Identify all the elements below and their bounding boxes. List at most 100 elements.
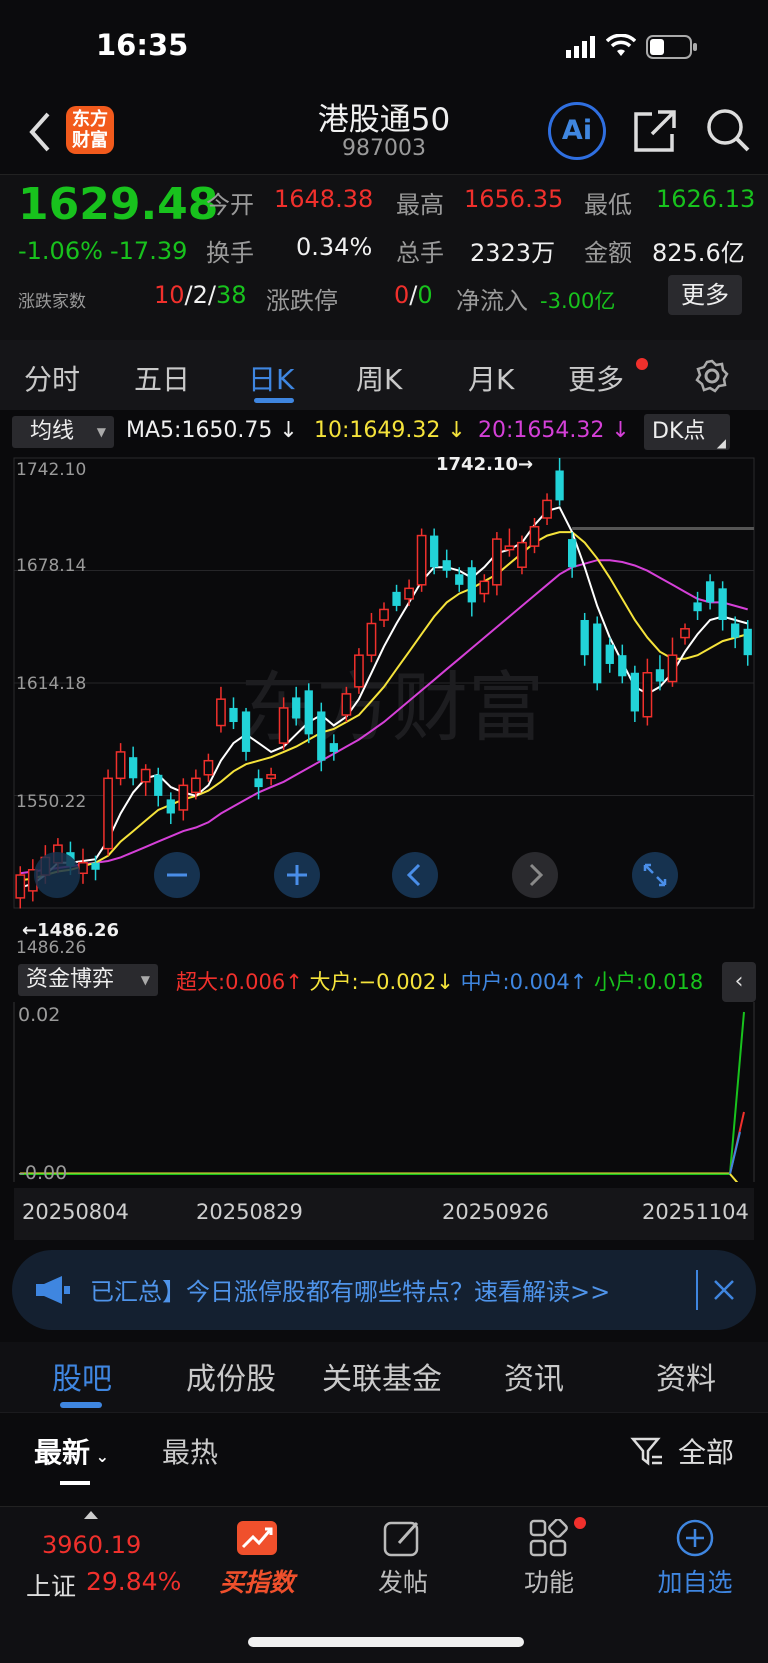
tab-more[interactable]: 更多 [568, 358, 624, 398]
search-icon[interactable] [704, 106, 752, 154]
candle-body [103, 777, 113, 850]
breadth-down: 38 [216, 281, 247, 309]
zoom-in-icon[interactable] [274, 852, 320, 898]
candle-body [555, 470, 564, 501]
tab-related-funds[interactable]: 关联基金 [322, 1354, 442, 1398]
filter-icon[interactable] [630, 1435, 664, 1469]
ma20-readout: 20:1654.32 ↓ [478, 418, 630, 443]
tab-daily-k[interactable]: 日K [248, 358, 294, 398]
amount-label: 金额 [584, 239, 632, 267]
breadth-sep-1: / [184, 281, 193, 309]
arrow-right-icon: → [517, 454, 534, 475]
fund-axis-zero: -0.00 [18, 1162, 68, 1184]
ai-button[interactable]: Ai [548, 102, 606, 160]
turnover-label: 换手 [206, 239, 254, 267]
candle-body [78, 861, 88, 875]
candle-body [618, 655, 627, 677]
netflow-label: 净流入 [456, 287, 528, 315]
tab-weekly-k[interactable]: 周K [356, 358, 402, 398]
candle-body [341, 693, 352, 716]
close-icon[interactable] [712, 1278, 736, 1302]
index-percent[interactable]: 29.84% [86, 1567, 181, 1596]
candle-body [178, 784, 189, 811]
small-value: 小户:0.018 [594, 970, 704, 994]
chevron-left-icon[interactable] [392, 852, 438, 898]
zoom-out-icon[interactable] [154, 852, 200, 898]
share-icon[interactable] [632, 108, 678, 154]
news-banner[interactable]: 已汇总】今日涨停股都有哪些特点？速看解读>> [12, 1250, 756, 1330]
fund-flow-chart [13, 1002, 755, 1182]
low-marker: ←1486.26 [22, 920, 119, 941]
price-axis-4: 1550.22 [16, 792, 87, 812]
edit-icon [383, 1521, 419, 1557]
grid-apps-icon [529, 1518, 568, 1557]
volume-label: 总手 [396, 239, 444, 267]
add-watchlist-button[interactable]: 加自选 [630, 1507, 760, 1599]
sort-hot[interactable]: 最热 [162, 1431, 218, 1471]
sort-latest[interactable]: 最新 ⌄ [34, 1431, 109, 1471]
candle-body [467, 567, 476, 603]
filter-all[interactable]: 全部 [678, 1431, 734, 1471]
ma20-value: 20:1654.32 [478, 418, 605, 443]
candle-body [404, 587, 414, 600]
candle-body [416, 534, 427, 586]
chevron-right-icon[interactable] [512, 852, 558, 898]
candle-body [317, 711, 326, 761]
bottom-nav: 3960.19 上证 29.84% 买指数 发帖 功能 加自选 [0, 1506, 768, 1663]
tab-monthly-k[interactable]: 月K [468, 358, 514, 398]
candle-body [567, 539, 577, 568]
date-label: 20250804 [22, 1200, 129, 1224]
candle-body [442, 560, 451, 571]
candle-body [630, 672, 639, 712]
tab-news[interactable]: 资讯 [504, 1354, 564, 1398]
signal-icon [566, 36, 595, 58]
breadth-values: 10/2/38 [154, 281, 247, 309]
post-button[interactable]: 发帖 [338, 1507, 468, 1599]
sort-row: 最新 ⌄ 最热 全部 [0, 1412, 768, 1506]
wifi-icon [606, 34, 636, 56]
fund-selector[interactable]: 资金博弈 ▼ [18, 964, 158, 996]
notification-dot [574, 1517, 586, 1529]
candle-body [254, 778, 263, 788]
stock-code: 987003 [342, 136, 426, 161]
function-button[interactable]: 功能 [484, 1507, 614, 1599]
price-axis-bottom: 1486.26 [16, 938, 87, 958]
candle-body [491, 538, 502, 586]
tab-five-day[interactable]: 五日 [134, 358, 190, 398]
date-label: 20250926 [442, 1200, 549, 1224]
index-name[interactable]: 上证 [26, 1567, 76, 1603]
candle-body [517, 541, 527, 568]
candle-body [115, 751, 126, 780]
tab-forum[interactable]: 股吧 [52, 1354, 112, 1398]
buy-index-button[interactable]: 买指数 [192, 1507, 322, 1599]
trend-up-icon [237, 1521, 277, 1555]
tab-intraday[interactable]: 分时 [24, 358, 80, 398]
collapse-chevron-icon[interactable]: ‹ [722, 962, 756, 1002]
index-value[interactable]: 3960.19 [42, 1531, 141, 1559]
dk-point-button[interactable]: DK点 ◢ [644, 414, 730, 450]
candle-body [593, 623, 602, 684]
settings-gear-icon[interactable] [694, 358, 730, 394]
arrow-left-icon: ← [22, 920, 38, 941]
expand-icon[interactable] [632, 852, 678, 898]
change-percent: -1.06% [18, 237, 103, 265]
candle-body [166, 799, 175, 814]
candle-body [642, 672, 653, 718]
tab-constituents[interactable]: 成份股 [186, 1354, 276, 1398]
ma-selector[interactable]: 均线 ▼ [12, 416, 114, 448]
tab-profile[interactable]: 资料 [656, 1354, 716, 1398]
app-logo: 东方 财富 [66, 106, 114, 154]
change-amount: -17.39 [110, 237, 188, 265]
battery-icon [646, 35, 697, 59]
date-label: 20251104 [642, 1200, 749, 1224]
high-marker: 1742.10→ [436, 454, 533, 475]
chart-left-edge-button[interactable] [34, 852, 80, 898]
candle-body [718, 588, 727, 620]
arrow-down-icon: ↓ [272, 418, 298, 443]
low-marker-value: 1486.26 [37, 920, 120, 941]
candle-body [693, 602, 702, 612]
more-button[interactable]: 更多 [668, 275, 742, 315]
back-icon[interactable] [26, 110, 52, 154]
super-large-value: 超大:0.006 [176, 970, 286, 994]
price-axis-3: 1614.18 [16, 674, 87, 694]
